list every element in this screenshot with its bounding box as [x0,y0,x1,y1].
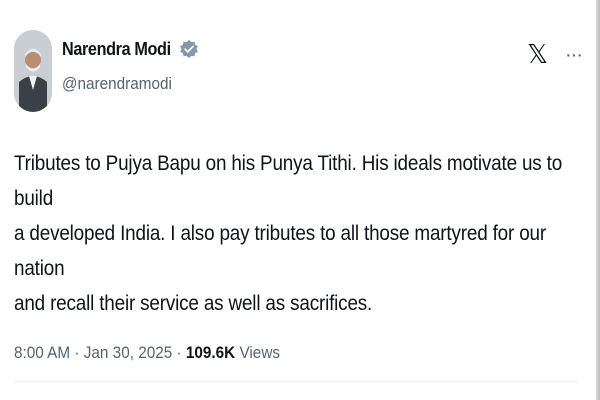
tweet-text: Tributes to Pujya Bapu on his Punya Tith… [14,146,572,321]
tweet-header: Narendra Modi @narendramodi 𝕏 ··· [14,30,583,116]
x-logo-icon[interactable]: 𝕏 [527,42,548,68]
tweet-date[interactable]: Jan 30, 2025 [84,343,172,362]
avatar-image [14,30,52,112]
user-handle[interactable]: @narendramodi [62,74,185,94]
header-actions: 𝕏 ··· [527,42,583,68]
page-edge [596,0,600,400]
meta-separator: · [74,343,80,362]
name-row: Narendra Modi [62,36,199,62]
author-identity: Narendra Modi @narendramodi [62,36,199,94]
views-label: Views [239,343,281,362]
tweet-card: Narendra Modi @narendramodi 𝕏 ··· Tribut… [14,30,583,363]
display-name[interactable]: Narendra Modi [62,39,171,60]
tweet-meta: 8:00 AM · Jan 30, 2025 · 109.6K Views [14,343,525,363]
tweet-text-line: Tributes to Pujya Bapu on his Punya Tith… [14,152,563,210]
avatar[interactable] [14,30,52,112]
more-options-icon[interactable]: ··· [565,45,583,65]
tweet-text-line: and recall their service as well as sacr… [14,292,373,315]
tweet-time[interactable]: 8:00 AM [14,343,70,362]
meta-separator: · [176,343,182,362]
verified-badge-icon [180,39,198,59]
views-count: 109.6K [185,343,236,362]
divider [14,381,578,382]
tweet-text-line: a developed India. I also pay tributes t… [14,222,546,280]
